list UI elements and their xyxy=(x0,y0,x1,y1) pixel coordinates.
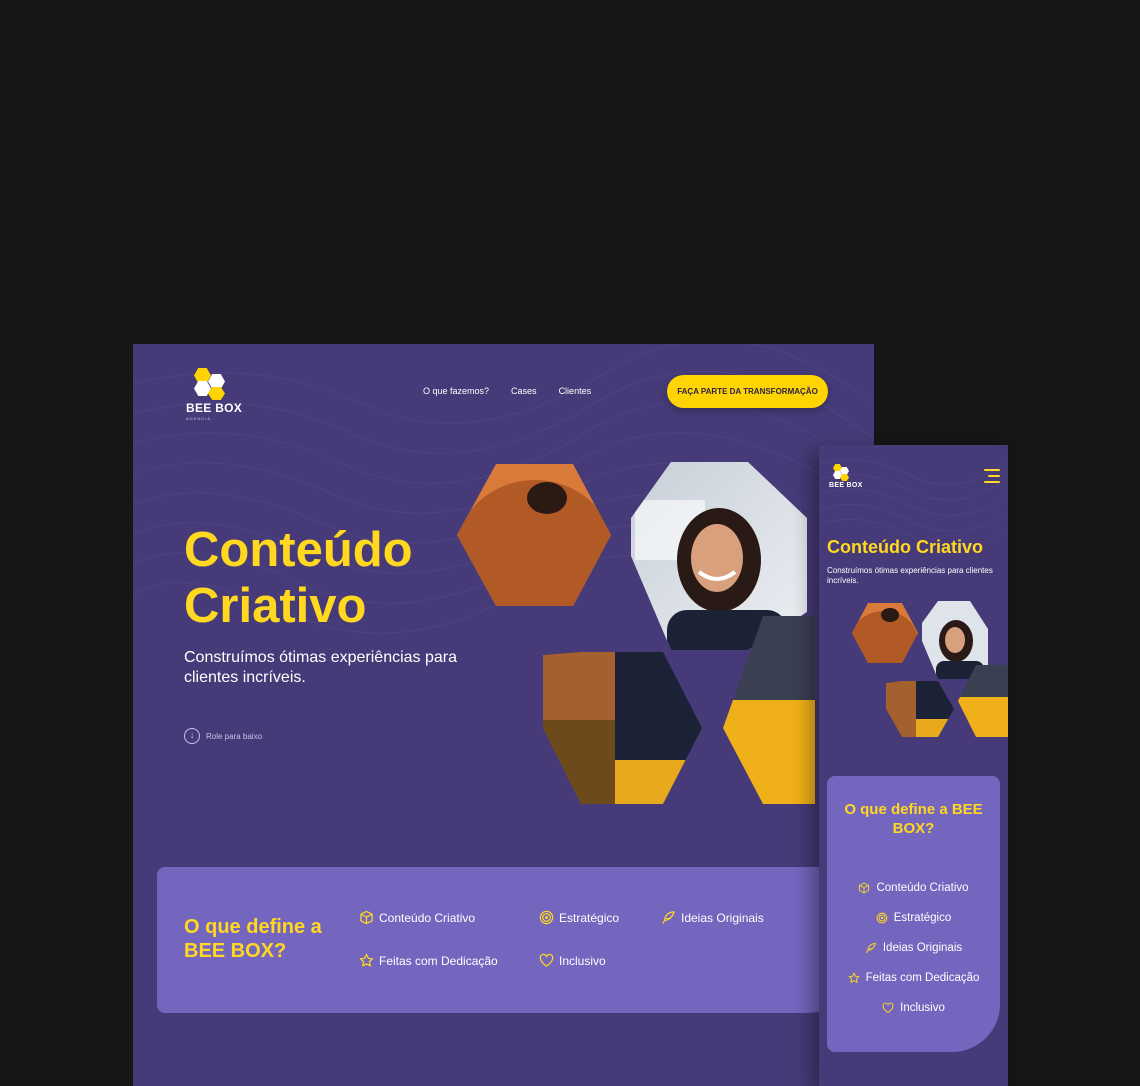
feather-icon xyxy=(661,910,676,925)
star-icon xyxy=(848,972,860,984)
box-icon xyxy=(858,882,870,894)
hamburger-menu-icon[interactable] xyxy=(984,469,1000,483)
feature-label: Feitas com Dedicação xyxy=(865,972,980,984)
star-icon xyxy=(359,953,374,968)
desktop-mockup: BEE BOX AGENCIA O que fazemos? Cases Cli… xyxy=(133,344,874,1086)
cta-button[interactable]: FAÇA PARTE DA TRANSFORMAÇÃO xyxy=(667,375,828,408)
define-section-title: O que define a BEE BOX? xyxy=(844,801,983,837)
hero-photo-collage xyxy=(455,460,835,810)
main-nav: O que fazemos? Cases Clientes xyxy=(423,386,591,396)
hero-subtitle: Construímos ótimas experiências para cli… xyxy=(827,566,993,585)
honeycomb-logo-icon xyxy=(186,366,232,400)
brand-name: BEE BOX xyxy=(186,401,243,415)
feature-label: Conteúdo Criativo xyxy=(876,882,969,894)
mobile-mockup: BEE BOX Conteúdo Criativo Construímos ót… xyxy=(819,445,1008,1086)
feature-item: Conteúdo Criativo xyxy=(359,910,475,925)
feature-label: Conteúdo Criativo xyxy=(379,910,476,925)
nav-item-cases[interactable]: Cases xyxy=(511,386,537,396)
brand-tagline: AGENCIA xyxy=(186,416,212,421)
brand-logo[interactable]: BEE BOX xyxy=(829,463,863,489)
hero-photo-collage xyxy=(852,601,1008,741)
nav-item-clientes[interactable]: Clientes xyxy=(559,386,592,396)
feature-label: Feitas com Dedicação xyxy=(379,953,498,968)
hero-subtitle: Construímos ótimas experiências para cli… xyxy=(184,649,458,686)
feature-label: Ideias Originais xyxy=(681,910,764,925)
feature-item: Estratégico xyxy=(539,910,619,925)
feature-item: Ideias Originais xyxy=(661,910,764,925)
feature-item: Feitas com Dedicação xyxy=(827,972,1000,984)
target-icon xyxy=(876,912,888,924)
brand-name: BEE BOX xyxy=(829,482,863,489)
arrow-down-circle-icon: ↓ xyxy=(184,728,200,744)
feature-item: Inclusivo xyxy=(539,953,606,968)
heart-icon xyxy=(882,1002,894,1014)
define-section-card: O que define a BEE BOX? Conteúdo Criativ… xyxy=(827,776,1000,1052)
feather-icon xyxy=(865,942,877,954)
photo-hex-bottom-center xyxy=(543,652,702,804)
scroll-down-label: Role para baixo xyxy=(206,731,263,741)
box-icon xyxy=(359,910,374,925)
nav-item-o-que-fazemos[interactable]: O que fazemos? xyxy=(423,386,489,396)
feature-label: Inclusivo xyxy=(900,1002,945,1014)
feature-item: Feitas com Dedicação xyxy=(359,953,498,968)
hero-title: Conteúdo Criativo xyxy=(827,537,983,557)
heart-icon xyxy=(539,953,554,968)
feature-item: Conteúdo Criativo xyxy=(827,882,1000,894)
feature-label: Estratégico xyxy=(893,912,952,924)
feature-item: Ideias Originais xyxy=(827,942,1000,954)
feature-label: Estratégico xyxy=(559,910,620,925)
define-section-title: O que define a BEE BOX? xyxy=(184,916,322,962)
feature-item: Estratégico xyxy=(827,912,1000,924)
photo-hex-top-left xyxy=(457,464,611,606)
hero-title: Conteúdo Criativo xyxy=(184,523,413,633)
feature-label: Ideias Originais xyxy=(882,942,963,954)
target-icon xyxy=(539,910,554,925)
honeycomb-logo-icon xyxy=(829,463,853,481)
brand-logo[interactable]: BEE BOX AGENCIA xyxy=(186,366,242,421)
feature-label: Inclusivo xyxy=(559,953,606,968)
feature-item: Inclusivo xyxy=(827,1002,1000,1014)
scroll-down-link[interactable]: ↓ Role para baixo xyxy=(184,728,262,744)
define-section-card: O que define a BEE BOX? Conteúdo Criativ… xyxy=(157,867,857,1013)
